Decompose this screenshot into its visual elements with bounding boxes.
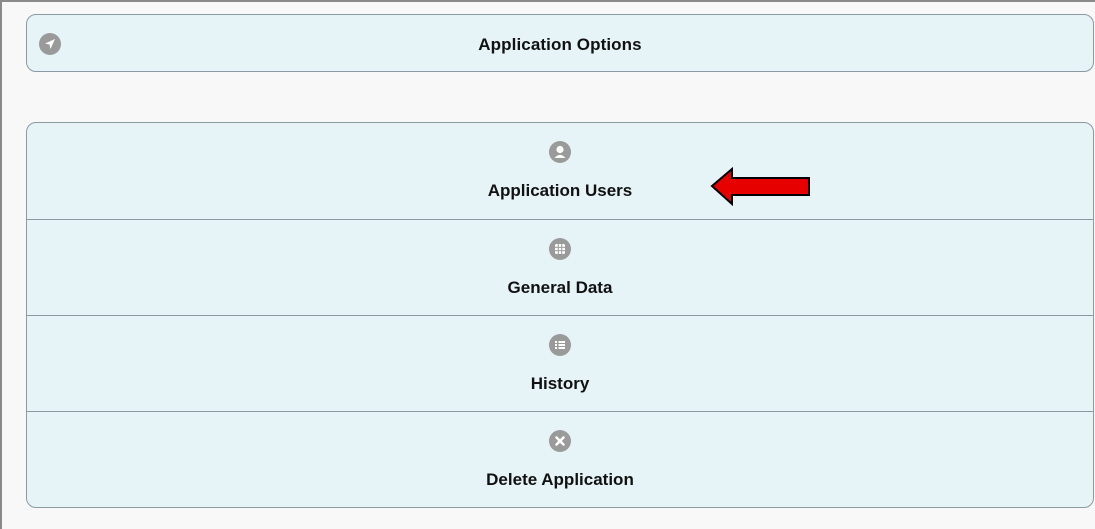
red-arrow-annotation (710, 167, 810, 207)
application-options-header: Application Options (26, 14, 1094, 72)
list-icon (549, 334, 571, 356)
grid-icon (549, 238, 571, 260)
menu-item-label: History (530, 374, 590, 393)
menu-item-label: Delete Application (486, 470, 634, 489)
menu-item-history[interactable]: History (27, 315, 1093, 411)
user-icon (549, 141, 571, 163)
application-options-menu: Application Users General Data History D… (26, 122, 1094, 508)
page-title: Application Options (478, 35, 642, 54)
menu-item-general-data[interactable]: General Data (27, 219, 1093, 315)
menu-item-label: Application Users (487, 181, 633, 200)
delete-x-icon (549, 430, 571, 452)
menu-item-application-users[interactable]: Application Users (27, 123, 1093, 219)
menu-item-label: General Data (507, 278, 613, 297)
menu-item-delete-application[interactable]: Delete Application (27, 411, 1093, 507)
page-frame: Application Options Application Users Ge… (0, 0, 1095, 529)
